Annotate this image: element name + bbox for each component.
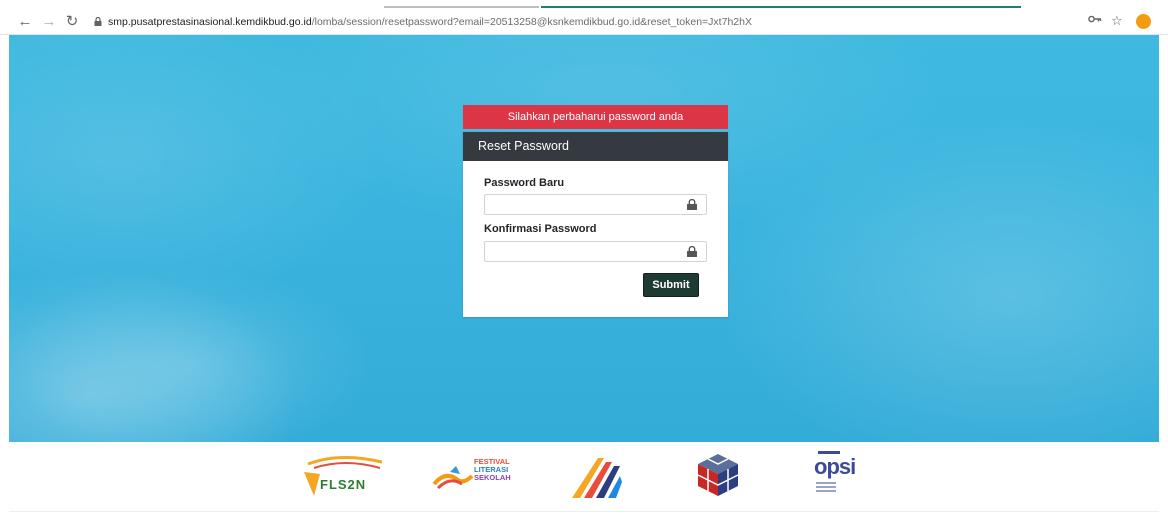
confirm-password-label: Konfirmasi Password (484, 223, 597, 235)
confirm-field-wrapper (484, 241, 707, 262)
forward-icon[interactable]: → (41, 14, 57, 30)
address-bar[interactable]: smp.pusatprestasinasional.kemdikbud.go.i… (94, 13, 752, 31)
alert-message: Silahkan perbaharui password anda (463, 105, 728, 129)
cube-logo[interactable] (694, 452, 742, 498)
footer-divider (9, 511, 1159, 512)
reload-icon[interactable]: ↻ (64, 14, 80, 30)
confirm-password-input[interactable] (485, 242, 692, 262)
lock-icon (94, 17, 102, 26)
password-label: Password Baru (484, 177, 565, 189)
opsi-logo[interactable]: opsi (812, 450, 872, 500)
card-title: Reset Password (463, 132, 728, 161)
key-icon[interactable] (1088, 13, 1102, 27)
url-path: /lomba/session/resetpassword?email=20513… (311, 16, 752, 28)
tab-strip (0, 0, 1168, 9)
password-input[interactable] (485, 195, 692, 215)
lock-icon (687, 199, 697, 210)
bookmark-star-icon[interactable]: ☆ (1111, 13, 1123, 29)
tab-inactive[interactable] (384, 6, 539, 8)
back-icon[interactable]: ← (17, 14, 33, 30)
password-field-wrapper (484, 194, 707, 215)
browser-toolbar: ← → ↻ smp.pusatprestasinasional.kemdikbu… (0, 0, 1168, 35)
reset-password-card: Reset Password Password Baru Konfirmasi … (463, 132, 728, 317)
profile-avatar[interactable] (1136, 14, 1151, 29)
fls2n-text: FLS2N (320, 477, 367, 492)
tab-active[interactable] (541, 6, 1021, 8)
opsi-text: opsi (814, 454, 856, 479)
fls2n-logo[interactable]: FLS2N (300, 454, 390, 498)
footer: FLS2N FESTIVAL LITERASI SEKOLAH opsi (0, 442, 1168, 515)
opsi-subtitle-lines (816, 482, 836, 496)
lock-icon (687, 246, 697, 257)
fls-text-sekolah: SEKOLAH (474, 473, 511, 482)
url-host: smp.pusatprestasinasional.kemdikbud.go.i… (108, 16, 312, 28)
festival-literasi-sekolah-logo[interactable]: FESTIVAL LITERASI SEKOLAH (432, 456, 518, 496)
submit-button[interactable]: Submit (643, 273, 699, 297)
stripes-logo[interactable] (568, 452, 624, 500)
